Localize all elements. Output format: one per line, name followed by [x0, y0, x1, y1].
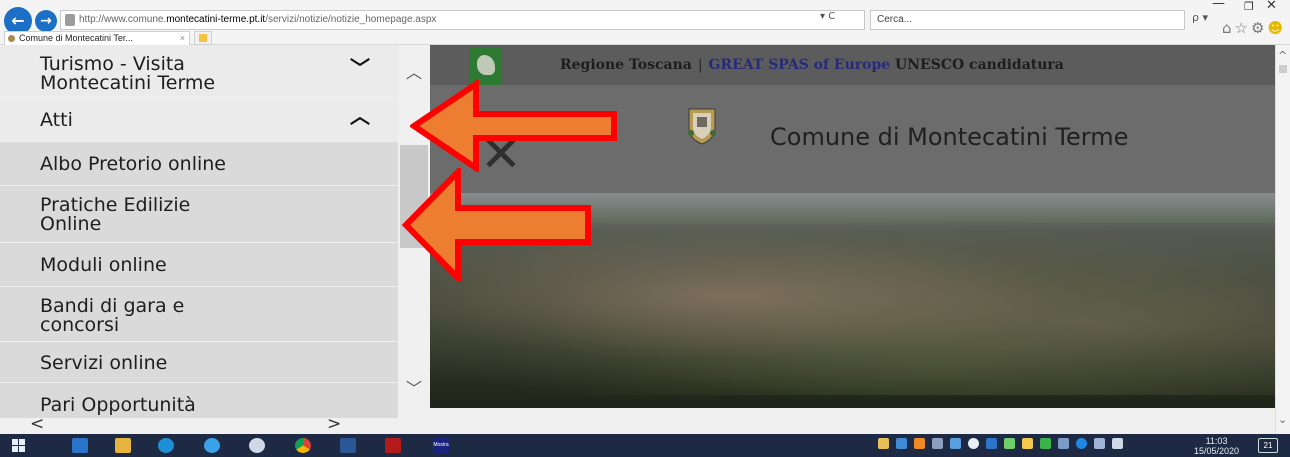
address-bar[interactable]: http://www.comune.montecatini-terme.pt.i… [60, 10, 865, 30]
sidebar-item-label: Pari Opportunità [40, 394, 196, 416]
minimize-button[interactable]: — [1212, 0, 1225, 11]
site-title[interactable]: Comune di Montecatini Terme [770, 123, 1128, 151]
clock-time: 11:03 [1205, 436, 1228, 446]
skype-icon[interactable] [158, 438, 174, 453]
sidebar-item-label: concorsi [40, 314, 120, 336]
tab-favicon [8, 35, 15, 42]
main-bottom-strip [430, 408, 1275, 418]
home-icon[interactable]: ⌂ [1222, 19, 1235, 37]
folder-tray-icon[interactable] [1022, 438, 1033, 449]
windows-taskbar: Mostra 11:03 15/05/2020 21 [0, 434, 1290, 457]
browser-chrome: ← → http://www.comune.montecatini-terme.… [0, 0, 1290, 45]
top-links: Regione Toscana | GREAT SPAS of Europe UNE… [560, 57, 1064, 73]
left-arrow-annotation-2 [402, 168, 591, 282]
url-path: /servizi/notizie/notizie_homepage.aspx [265, 14, 437, 25]
sync-tray-icon[interactable] [968, 438, 979, 449]
sidebar-item-turismo[interactable]: Turismo - Visita Montecatini Terme ﹀ [0, 45, 398, 97]
display-tray-icon[interactable] [1094, 438, 1105, 449]
comune-crest-icon[interactable] [685, 107, 719, 145]
scrollbar-corner [398, 418, 430, 434]
taskbar-clock[interactable]: 11:03 15/05/2020 [1194, 436, 1239, 456]
page-scroll-down-icon[interactable]: ⌄ [1278, 413, 1287, 426]
sidebar-item-label: Moduli online [40, 254, 167, 276]
sidebar-menu: Turismo - Visita Montecatini Terme ﹀ Att… [0, 45, 398, 418]
sidebar-item-label: Atti [40, 109, 73, 131]
regione-toscana-link[interactable]: Regione Toscana [560, 57, 692, 73]
network-tray-icon[interactable] [896, 438, 907, 449]
volume-tray-icon[interactable] [1112, 438, 1123, 449]
feedback-smiley-icon[interactable]: ☻ [1267, 19, 1286, 37]
maximize-button[interactable]: ❐ [1244, 0, 1254, 13]
page-scroll-thumb[interactable] [1279, 65, 1287, 73]
sidebar-item-label: Montecatini Terme [40, 72, 216, 94]
chart-tray-icon[interactable] [1004, 438, 1015, 449]
outlook-tray-icon[interactable] [986, 438, 997, 449]
app-tray-icon[interactable] [914, 438, 925, 449]
chrome-icon[interactable] [295, 438, 311, 453]
internet-explorer-icon[interactable] [204, 438, 220, 453]
sidebar-item-albo-pretorio[interactable]: Albo Pretorio online [0, 142, 398, 186]
link-tray-icon[interactable] [932, 438, 943, 449]
mail-tray-icon[interactable] [878, 438, 889, 449]
sidebar-item-moduli[interactable]: Moduli online [0, 243, 398, 287]
page-scroll-up-icon[interactable]: ^ [1278, 49, 1287, 62]
main-horizontal-strip [430, 418, 1275, 434]
close-window-button[interactable]: ✕ [1266, 0, 1277, 13]
scroll-left-icon[interactable]: < [30, 414, 44, 434]
windows-start-icon[interactable] [12, 439, 26, 452]
scroll-right-icon[interactable]: > [327, 414, 341, 434]
search-icon[interactable]: ρ ▾ [1192, 11, 1208, 24]
url-prefix: http://www.comune. [79, 14, 167, 25]
word-icon[interactable] [340, 438, 356, 453]
notification-center-icon[interactable]: 21 [1258, 438, 1278, 453]
unesco-link[interactable]: UNESCO candidatura [895, 57, 1064, 73]
media-icon[interactable] [249, 438, 265, 453]
sidebar-horizontal-scrollbar[interactable]: < > [0, 414, 398, 434]
separator: | [697, 57, 703, 73]
outlook-icon[interactable] [72, 438, 88, 453]
mostra-app-icon[interactable]: Mostra [433, 438, 449, 453]
toolbar-icons: ⌂☆⚙☻ [1222, 19, 1286, 37]
top-band: Regione Toscana | GREAT SPAS of Europe UNE… [430, 45, 1275, 85]
sidebar-item-pratiche-edilizie[interactable]: Pratiche Edilizie Online [0, 186, 398, 243]
page-icon [65, 14, 75, 26]
chevron-up-icon[interactable]: ︿ [350, 106, 370, 126]
favorites-star-icon[interactable]: ☆ [1235, 19, 1251, 37]
tab-close-icon[interactable]: × [180, 32, 185, 45]
clock-date: 15/05/2020 [1194, 446, 1240, 456]
browser-tab[interactable]: Comune di Montecatini Ter... × [4, 31, 190, 45]
search-input[interactable]: Cerca... [870, 10, 1185, 30]
sidebar-item-label: Online [40, 213, 102, 235]
page-scrollbar[interactable]: ^ ⌄ [1275, 45, 1290, 434]
sidebar-item-atti[interactable]: Atti ︿ [0, 97, 398, 142]
sidebar-item-pari-opportunita[interactable]: Pari Opportunità [0, 383, 398, 418]
sidebar-item-bandi[interactable]: Bandi di gara e concorsi [0, 287, 398, 342]
great-spas-link[interactable]: GREAT SPAS of Europe [709, 57, 891, 73]
scroll-down-icon[interactable]: ﹀ [406, 375, 422, 399]
shield-tray-icon[interactable] [1040, 438, 1051, 449]
url-host: montecatini-terme.pt.it [166, 14, 266, 25]
sidebar-item-label: Albo Pretorio online [40, 153, 226, 175]
refresh-button[interactable]: ▾ C [820, 11, 835, 22]
acrobat-icon[interactable] [385, 438, 401, 453]
file-explorer-icon[interactable] [115, 438, 131, 453]
sidebar-item-servizi-online[interactable]: Servizi online [0, 342, 398, 383]
cloud-tray-icon[interactable] [950, 438, 961, 449]
new-tab-button[interactable] [194, 31, 212, 45]
sidebar-item-label: Servizi online [40, 352, 168, 374]
forward-button[interactable]: → [35, 10, 57, 32]
tab-title: Comune di Montecatini Ter... [19, 33, 133, 43]
people-tray-icon[interactable] [1058, 438, 1069, 449]
settings-gear-icon[interactable]: ⚙ [1251, 19, 1267, 37]
bluetooth-tray-icon[interactable] [1076, 438, 1087, 449]
chevron-down-icon[interactable]: ﹀ [350, 58, 370, 78]
left-arrow-annotation-1 [410, 80, 617, 172]
